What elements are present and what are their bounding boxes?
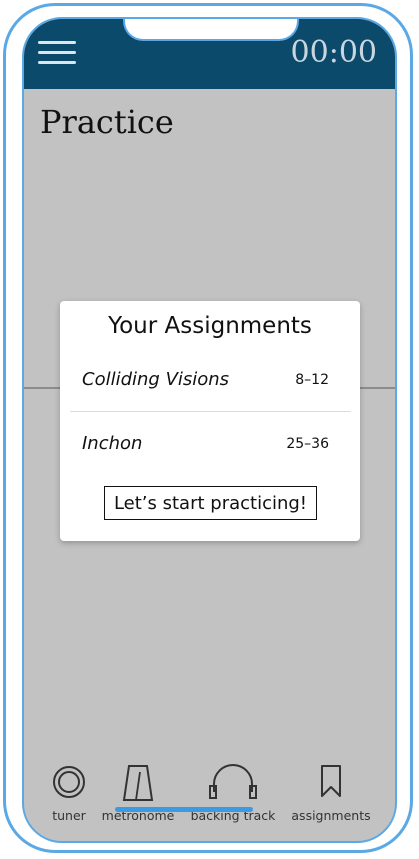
start-practicing-button[interactable]: Let’s start practicing! bbox=[104, 486, 317, 520]
tuner-icon bbox=[53, 766, 85, 798]
row-divider bbox=[70, 411, 351, 412]
bookmark-icon bbox=[321, 765, 341, 797]
dialog-title: Your Assignments bbox=[108, 313, 312, 339]
assignments-dialog: Your Assignments Colliding Visions 8–12 … bbox=[60, 301, 360, 541]
practice-timer: 00:00 bbox=[290, 35, 377, 70]
headphones-icon bbox=[209, 764, 257, 799]
assignment-measures: 25–36 bbox=[286, 436, 329, 452]
assignment-name: Colliding Visions bbox=[82, 369, 230, 390]
hamburger-menu-icon[interactable] bbox=[38, 41, 76, 67]
home-indicator[interactable] bbox=[115, 807, 253, 812]
assignment-name: Inchon bbox=[82, 433, 143, 454]
app-screen: 00:00 Practice Your Assignments Collidin… bbox=[22, 17, 397, 843]
assignment-measures: 8–12 bbox=[295, 372, 329, 388]
device-notch bbox=[123, 19, 299, 41]
tab-backing-track[interactable]: backing track bbox=[188, 754, 278, 841]
metronome-icon bbox=[122, 765, 154, 801]
page-title: Practice bbox=[40, 103, 174, 141]
tab-metronome[interactable]: metronome bbox=[93, 754, 183, 841]
assignment-row[interactable]: Inchon 25–36 bbox=[60, 433, 360, 463]
assignment-row[interactable]: Colliding Visions 8–12 bbox=[60, 369, 360, 399]
bottom-tab-bar: tuner metronome backing track assignment… bbox=[24, 754, 395, 841]
tab-label: assignments bbox=[291, 808, 371, 823]
tab-assignments[interactable]: assignments bbox=[286, 754, 376, 841]
